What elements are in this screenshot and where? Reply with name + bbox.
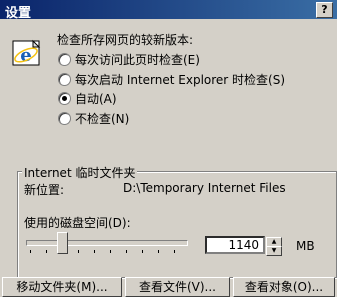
view-objects-button[interactable]: 查看对象(O)...	[233, 277, 335, 297]
disk-space-slider-thumb[interactable]	[57, 232, 68, 254]
slider-tick	[174, 250, 175, 253]
slider-tick	[126, 250, 127, 253]
move-folder-button[interactable]: 移动文件夹(M)...	[2, 277, 122, 297]
window-title: 设置	[5, 6, 32, 21]
location-value: D:\Temporary Internet Files	[123, 181, 286, 195]
option-every-start-label[interactable]: 每次启动 Internet Explorer 时检查(S)	[75, 71, 285, 88]
spin-down-button[interactable]: ▼	[266, 246, 282, 256]
radio-automatic[interactable]	[58, 92, 71, 105]
help-button[interactable]: ?	[316, 2, 333, 18]
radio-every-start[interactable]	[58, 73, 71, 86]
slider-tick	[110, 250, 111, 253]
slider-tick	[30, 250, 31, 253]
radio-never[interactable]	[58, 112, 71, 125]
option-every-visit-label[interactable]: 每次访问此页时检查(E)	[75, 51, 200, 68]
temp-files-group-label: Internet 临时文件夹	[22, 164, 138, 181]
disk-space-input[interactable]: 1140	[205, 236, 265, 254]
slider-tick	[46, 250, 47, 253]
option-automatic-label[interactable]: 自动(A)	[75, 90, 117, 107]
disk-space-slider-track[interactable]	[26, 240, 188, 246]
view-files-button[interactable]: 查看文件(V)...	[125, 277, 230, 297]
location-label: 新位置:	[24, 183, 65, 197]
radio-every-visit[interactable]	[58, 53, 71, 66]
option-never-label[interactable]: 不检查(N)	[75, 110, 129, 127]
internet-explorer-icon: e	[12, 39, 41, 66]
slider-tick	[78, 250, 79, 253]
title-bar: 设置 ?	[0, 0, 337, 21]
disk-space-label: 使用的磁盘空间(D):	[24, 216, 131, 230]
size-unit-label: MB	[296, 239, 315, 253]
slider-tick	[94, 250, 95, 253]
check-prompt-label: 检查所存网页的较新版本:	[57, 33, 194, 47]
slider-tick	[142, 250, 143, 253]
slider-tick	[158, 250, 159, 253]
